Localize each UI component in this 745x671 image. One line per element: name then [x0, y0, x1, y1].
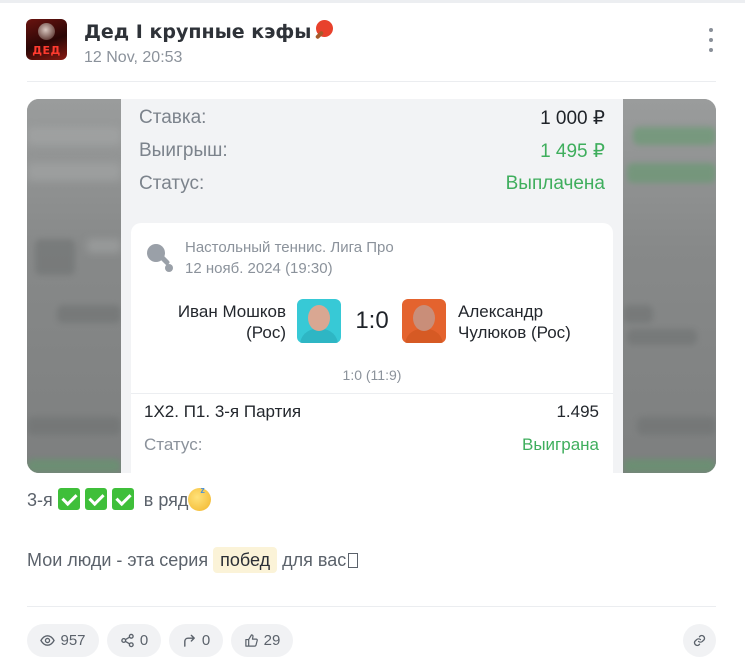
bet-market: 1X2. П1. 3-я Партия: [144, 402, 302, 421]
player-left-photo: [297, 299, 341, 343]
views-count: 957: [60, 632, 86, 649]
match-date: 12 нояб. 2024 (19:30): [185, 260, 333, 277]
channel-avatar[interactable]: ДЕД: [26, 19, 67, 60]
payout-status-label: Статус:: [139, 173, 205, 194]
post-date: 12 Nov, 20:53: [84, 49, 183, 66]
stake-value: 1 000 ₽: [540, 108, 605, 129]
win-row: Выигрыш: 1 495 ₽: [139, 140, 605, 166]
missing-glyph: [348, 553, 359, 568]
forward-button[interactable]: 0: [169, 624, 223, 657]
player-left-name: Иван Мошков (Рос): [178, 301, 286, 343]
forward-icon: [183, 634, 195, 647]
shares-count: 0: [139, 632, 149, 649]
highlighted-word: побед: [213, 547, 278, 573]
check-icon: [84, 488, 107, 510]
check-icon: [111, 488, 134, 510]
check-icon: [57, 488, 80, 510]
post-text-line1: 3-я в ряд z: [27, 485, 212, 511]
player-left-line2: (Рос): [246, 323, 286, 342]
bet-status-label: Статус:: [144, 435, 203, 454]
stake-row: Ставка: 1 000 ₽: [139, 107, 605, 133]
forwards-count: 0: [201, 632, 211, 649]
sleeping-face-icon: z: [188, 485, 212, 511]
avatar-text: ДЕД: [32, 44, 61, 57]
line1-suffix: в ряд: [143, 490, 189, 510]
bet-receipt: Ставка: 1 000 ₽ Выигрыш: 1 495 ₽ Статус:…: [121, 99, 623, 473]
player-right-line1: Александр: [458, 302, 544, 321]
footer-divider: [27, 606, 716, 607]
copy-link-button[interactable]: [683, 624, 716, 657]
channel-title[interactable]: Дед I крупные кэфы: [84, 19, 335, 43]
like-button[interactable]: 29: [231, 624, 293, 657]
player-left-line1: Иван Мошков: [177, 302, 286, 321]
bet-odds: 1.495: [556, 402, 599, 421]
post-header: ДЕД Дед I крупные кэфы 12 Nov, 20:53: [26, 18, 718, 74]
payout-status-value: Выплачена: [505, 173, 605, 194]
bet-screenshot[interactable]: Ставка: 1 000 ₽ Выигрыш: 1 495 ₽ Статус:…: [27, 99, 716, 473]
player-right-name: Александр Чулюков (Рос): [458, 301, 571, 343]
ping-pong-icon: [145, 244, 175, 274]
link-icon: [693, 634, 706, 647]
league-name: Настольный теннис. Лига Про: [185, 239, 394, 256]
top-border: [0, 0, 745, 3]
menu-dots-icon[interactable]: [704, 28, 718, 52]
player-right-photo: [402, 299, 446, 343]
eye-icon: [40, 635, 56, 646]
line2-before: Мои люди - эта серия: [27, 550, 209, 570]
share-icon: [121, 633, 134, 648]
card-divider: [131, 393, 613, 394]
set-score: 1:0 (11:9): [342, 367, 402, 383]
share-button[interactable]: 0: [107, 624, 161, 657]
win-label: Выигрыш:: [139, 140, 228, 161]
likes-count: 29: [263, 632, 281, 649]
player-right-line2: Чулюков (Рос): [458, 323, 571, 342]
win-value: 1 495 ₽: [540, 141, 605, 162]
payout-status-row: Статус: Выплачена: [139, 173, 605, 199]
ping-pong-icon: [313, 19, 335, 41]
header-divider: [27, 81, 716, 82]
thumbs-up-icon: [244, 634, 258, 647]
stake-label: Ставка:: [139, 107, 207, 128]
bet-status-value: Выиграна: [521, 435, 599, 454]
line2-after: для вас: [282, 550, 347, 570]
channel-title-text: Дед I крупные кэфы: [84, 21, 312, 43]
line1-prefix: 3-я: [27, 490, 53, 510]
match-score: 1:0: [355, 307, 389, 334]
post-actions: 957 0 0 29: [27, 624, 716, 658]
post-text-line2: Мои люди - эта серия побед для вас: [27, 547, 359, 573]
bet-card: Настольный теннис. Лига Про 12 нояб. 202…: [131, 223, 613, 473]
views-counter[interactable]: 957: [27, 624, 99, 657]
